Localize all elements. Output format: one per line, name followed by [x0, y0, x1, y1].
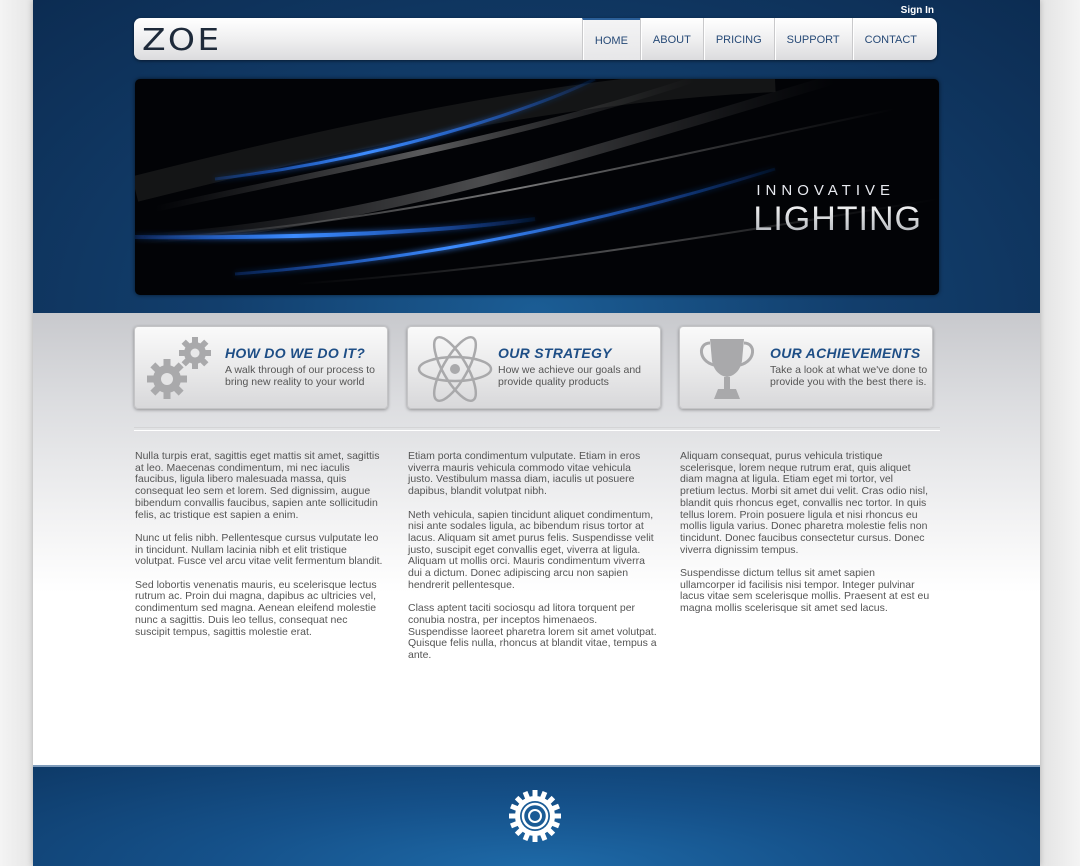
gears-icon: [147, 337, 211, 399]
nav-home[interactable]: HOME: [581, 18, 640, 60]
gear-logo-icon[interactable]: [508, 789, 562, 843]
nav-support[interactable]: SUPPORT: [773, 18, 852, 60]
feature-how-we-do-it[interactable]: HOW DO WE DO IT? A walk through of our p…: [134, 326, 388, 409]
paragraph: Aliquam consequat, purus vehicula tristi…: [680, 450, 929, 556]
paragraph: Nulla turpis erat, sagittis eget mattis …: [135, 450, 380, 521]
page: Sign In ZOE HOME ABOUT PRICING SUPPORT C…: [33, 0, 1040, 866]
feature-title: OUR STRATEGY: [498, 345, 612, 361]
header-bar: ZOE HOME ABOUT PRICING SUPPORT CONTACT: [134, 18, 937, 60]
text-column-2: Etiam porta condimentum vulputate. Etiam…: [408, 450, 658, 673]
nav-contact[interactable]: CONTACT: [851, 18, 937, 60]
feature-description: Take a look at what we've done to provid…: [770, 364, 928, 388]
section-divider: [134, 427, 940, 431]
feature-our-achievements[interactable]: OUR ACHIEVEMENTS Take a look at what we'…: [679, 326, 933, 409]
text-column-3: Aliquam consequat, purus vehicula tristi…: [680, 450, 930, 627]
feature-our-strategy[interactable]: OUR STRATEGY How we achieve our goals an…: [407, 326, 661, 409]
nav-pricing[interactable]: PRICING: [702, 18, 774, 60]
text-column-1: Nulla turpis erat, sagittis eget mattis …: [135, 450, 385, 650]
atom-icon: [417, 336, 493, 402]
feature-description: How we achieve our goals and provide qua…: [498, 364, 642, 388]
paragraph: Neth vehicula, sapien tincidunt aliquet …: [408, 508, 654, 591]
paragraph: Nunc ut felis nibh. Pellentesque cursus …: [135, 531, 383, 568]
hero-subtitle: INNOVATIVE: [756, 182, 895, 199]
hero-banner: INNOVATIVE LIGHTING: [135, 79, 939, 295]
logo[interactable]: ZOE: [142, 23, 221, 58]
feature-title: OUR ACHIEVEMENTS: [770, 345, 921, 361]
main-nav: HOME ABOUT PRICING SUPPORT CONTACT: [581, 18, 937, 60]
feature-description: A walk through of our process to bring n…: [225, 364, 375, 388]
paragraph: Suspendisse dictum tellus sit amet sapie…: [680, 567, 930, 615]
nav-about[interactable]: ABOUT: [639, 18, 703, 60]
footer: [33, 765, 1040, 866]
paragraph: Etiam porta condimentum vulputate. Etiam…: [408, 450, 641, 498]
feature-title: HOW DO WE DO IT?: [225, 345, 366, 361]
trophy-icon: [700, 339, 754, 399]
paragraph: Class aptent taciti sociosqu ad litora t…: [408, 602, 657, 661]
paragraph: Sed lobortis venenatis mauris, eu sceler…: [135, 578, 377, 638]
hero-title: LIGHTING: [753, 200, 922, 238]
sign-in-link[interactable]: Sign In: [901, 5, 934, 16]
